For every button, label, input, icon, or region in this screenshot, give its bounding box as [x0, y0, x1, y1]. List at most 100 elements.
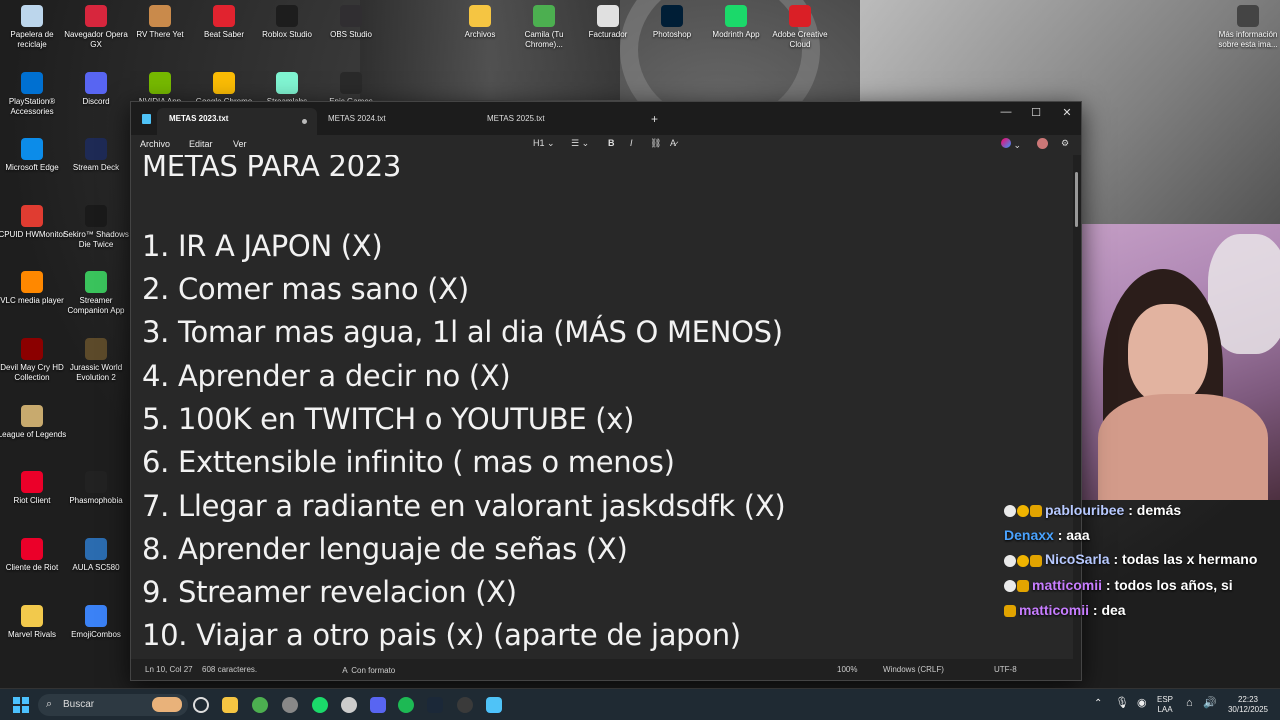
desktop-icon[interactable]: RV There Yet [125, 5, 195, 40]
desktop-icon-label: PlayStation® Accessories [8, 97, 56, 116]
text-editor[interactable]: METAS PARA 2023 1. IR A JAPON (X) 2. Comer… [131, 155, 1073, 661]
modrinth-taskbar-icon[interactable] [312, 697, 328, 713]
desktop-icon[interactable]: Navegador Opera GX [61, 5, 131, 50]
desktop-icon[interactable]: Papelera de reciclaje [0, 5, 67, 50]
desktop-icon[interactable]: CPUID HWMonitor [0, 205, 67, 240]
chat-message: NicoSarla : todas las x hermano [1000, 547, 1280, 572]
settings-taskbar-icon[interactable] [282, 697, 298, 713]
app-icon [340, 5, 362, 27]
desktop-icon[interactable]: VLC media player [0, 271, 67, 306]
chat-text: : dea [1089, 601, 1126, 618]
desktop-icon[interactable]: Modrinth App [701, 5, 771, 40]
stream-deck-taskbar-icon[interactable] [457, 697, 473, 713]
copilot-taskbar-icon[interactable] [193, 697, 209, 713]
clear-format-icon[interactable]: A̷ [670, 138, 676, 148]
menu-file[interactable]: Archivo [140, 139, 170, 149]
chat-message: pablouribee : demás [1000, 498, 1280, 523]
desktop-icon[interactable]: Más información sobre esta ima... [1213, 5, 1280, 50]
desktop-icon[interactable]: OBS Studio [316, 5, 386, 40]
desktop-icon[interactable]: Beat Saber [189, 5, 259, 40]
file-explorer-icon[interactable] [222, 697, 238, 713]
app-icon [149, 5, 171, 27]
italic-button[interactable]: I [630, 138, 633, 148]
desktop-icon[interactable]: Riot Client [0, 471, 67, 506]
location-icon[interactable]: ◉ [1137, 698, 1147, 709]
start-button[interactable] [13, 697, 29, 713]
desktop-icon[interactable]: Jurassic World Evolution 2 [61, 338, 131, 383]
desktop-icon[interactable]: AULA SC580 [61, 538, 131, 573]
settings-gear-icon[interactable]: ⚙ [1061, 138, 1069, 149]
app-icon [21, 471, 43, 493]
zoom-level[interactable]: 100% [837, 665, 857, 674]
desktop-icon[interactable]: Archivos [445, 5, 515, 40]
desktop-icon[interactable]: Camila (Tu Chrome)... [509, 5, 579, 50]
desktop-icon-label: EmojiCombos [71, 630, 121, 639]
line-ending[interactable]: Windows (CRLF) [883, 665, 944, 674]
discord-taskbar-icon[interactable] [370, 697, 386, 713]
desktop-icon[interactable]: EmojiCombos [61, 605, 131, 640]
close-button[interactable]: ✕ [1052, 106, 1082, 119]
account-avatar[interactable] [1037, 138, 1048, 151]
windows-logo-pane [13, 706, 20, 713]
cat-badge-icon [1004, 579, 1016, 592]
desktop-icon[interactable]: Photoshop [637, 5, 707, 40]
search-highlight-icon [152, 697, 182, 712]
editor-line: 8. Aprender lenguaje de señas (X) [142, 532, 628, 566]
desktop-icon[interactable]: Devil May Cry HD Collection [0, 338, 67, 383]
app-icon [21, 72, 43, 94]
desktop-icon[interactable]: Discord [61, 72, 131, 107]
desktop-icon[interactable]: Facturador [573, 5, 643, 40]
volume-icon[interactable]: 🔊 [1203, 698, 1217, 709]
desktop-icon[interactable]: Phasmophobia [61, 471, 131, 506]
desktop-icon[interactable]: Stream Deck [61, 138, 131, 173]
app-icon [21, 271, 43, 293]
minimize-button[interactable]: — [991, 106, 1021, 118]
desktop-icon-label: Beat Saber [203, 30, 245, 39]
desktop-icon[interactable]: Marvel Rivals [0, 605, 67, 640]
network-icon[interactable]: ⌂ [1186, 698, 1193, 709]
link-icon[interactable]: ⛓ [650, 138, 661, 149]
desktop-icon[interactable]: Streamer Companion App [61, 271, 131, 316]
list-dropdown[interactable]: ☰ ⌄ [571, 138, 589, 149]
desktop-icon[interactable]: League of Legends [0, 405, 67, 440]
chat-username: matticomii [1032, 576, 1103, 593]
app-icon [21, 405, 43, 427]
menu-bar: Archivo Editar Ver H1 ⌄ ☰ ⌄ B I ⛓ A̷ ⌄ ⚙ [131, 135, 1081, 155]
title-bar[interactable]: METAS 2023.txt METAS 2024.txt METAS 2025… [131, 102, 1081, 135]
desktop-icon[interactable]: Microsoft Edge [0, 138, 67, 173]
desktop-icon-label: Facturador [588, 30, 628, 39]
spotify-taskbar-icon[interactable] [398, 697, 414, 713]
desktop-icon-label: Discord [82, 97, 110, 106]
taskbar-search[interactable]: ⌕ Buscar [38, 694, 188, 716]
format-status[interactable]: Ａ Con formato [341, 665, 395, 676]
menu-view[interactable]: Ver [233, 139, 247, 149]
language-indicator[interactable]: ESP LAA [1157, 695, 1173, 715]
chevron-up-icon[interactable]: ⌃ [1094, 699, 1102, 709]
app-icon [597, 5, 619, 27]
chrome-taskbar-icon[interactable] [252, 697, 268, 713]
encoding[interactable]: UTF-8 [994, 665, 1017, 674]
new-tab-button[interactable]: + [651, 112, 658, 126]
tab-metas-2025[interactable]: METAS 2025.txt [475, 108, 635, 135]
heading-dropdown[interactable]: H1 ⌄ [533, 138, 555, 149]
tab-metas-2024[interactable]: METAS 2024.txt [316, 108, 476, 135]
app-icon [21, 205, 43, 227]
maximize-button[interactable]: ☐ [1021, 106, 1051, 119]
vertical-scrollbar[interactable] [1075, 172, 1078, 227]
microphone-icon[interactable]: 🎙 [1115, 698, 1129, 709]
bold-button[interactable]: B [608, 138, 615, 148]
desktop-icon-label: CPUID HWMonitor [0, 230, 66, 239]
steam-taskbar-icon[interactable] [427, 697, 443, 713]
desktop-icon[interactable]: Roblox Studio [252, 5, 322, 40]
copilot-icon[interactable]: ⌄ [1001, 138, 1021, 151]
obs-taskbar-icon[interactable] [341, 697, 357, 713]
notepad-taskbar-icon[interactable] [486, 697, 502, 713]
menu-edit[interactable]: Editar [189, 139, 213, 149]
tab-metas-2023[interactable]: METAS 2023.txt [157, 108, 317, 135]
desktop-icon[interactable]: Sekiro™ Shadows Die Twice [61, 205, 131, 250]
desktop-icon[interactable]: Adobe Creative Cloud [765, 5, 835, 50]
desktop-icon-label: Modrinth App [712, 30, 760, 39]
desktop-icon[interactable]: PlayStation® Accessories [0, 72, 67, 117]
clock[interactable]: 22:23 30/12/2025 [1227, 695, 1269, 715]
desktop-icon[interactable]: Cliente de Riot [0, 538, 67, 573]
